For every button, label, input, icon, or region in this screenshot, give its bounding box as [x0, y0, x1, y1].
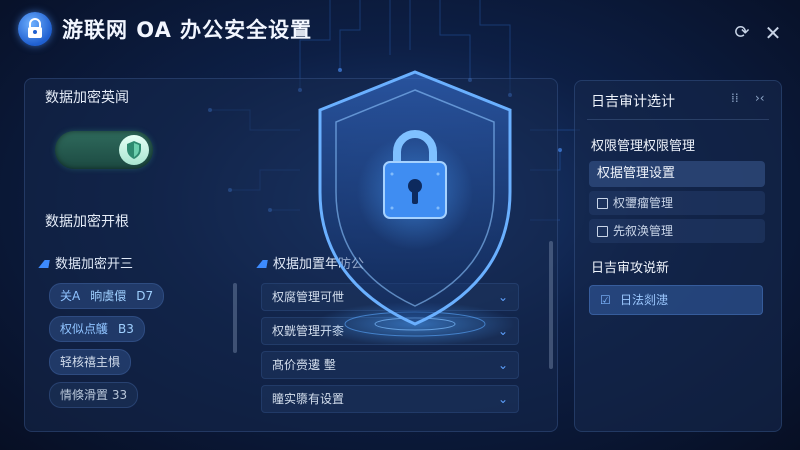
permission-dropdown[interactable]: 髙价赍遱 墼 ⌄ — [261, 351, 519, 379]
chevron-down-icon: ⌄ — [497, 324, 508, 338]
title-bar: 游联网 OA 办公安全设置 ⟳ ✕ — [0, 0, 800, 62]
permission-settings-item[interactable]: 权据管理设置 — [589, 161, 765, 187]
scrollbar[interactable] — [549, 241, 553, 369]
expand-icon[interactable]: ›‹ — [755, 91, 765, 105]
panel-subtitle: 数据加密开根 — [45, 214, 129, 230]
permission-checkbox-item[interactable]: 先叙涣管理 — [589, 219, 765, 243]
refresh-icon[interactable]: ⟳ — [731, 22, 753, 44]
collapse-icon[interactable]: ⁞⁞ — [731, 91, 739, 105]
toggle-knob — [119, 135, 149, 165]
tag-chip[interactable]: 轻核禧主惧 — [49, 349, 132, 375]
scrollbar[interactable] — [233, 283, 237, 353]
tag-chip[interactable]: 权似点鸌 B3 — [49, 316, 145, 342]
section-marker-icon — [38, 260, 50, 268]
divider — [587, 119, 769, 120]
audit-panel: 日吉审计选计 ⁞⁞ ›‹ 权限管理权限管理 权据管理设置 权瓕瘤管理 先叙涣管理… — [574, 80, 782, 432]
close-icon[interactable]: ✕ — [762, 22, 784, 44]
tag-chip[interactable]: 关A 晌虞儇 D7 — [49, 283, 165, 309]
encryption-toggle[interactable] — [55, 131, 153, 169]
chevron-down-icon: ⌄ — [497, 358, 508, 372]
permission-heading: 权限管理权限管理 — [591, 139, 696, 154]
encryption-panel: 数据加密英闻 数据加密开根 数据加密开三 关A 晌虞儇 D7 权似点鸌 B3 轻核禧主… — [24, 78, 558, 432]
audit-log-button[interactable]: ☑ 日法剡漶 — [589, 285, 763, 315]
window-title: 游联网 OA 办公安全设置 — [62, 18, 313, 42]
permission-dropdown[interactable]: 权腐管理可伳 ⌄ — [261, 283, 519, 311]
chevron-down-icon: ⌄ — [497, 392, 508, 406]
checkbox-icon[interactable] — [597, 198, 608, 209]
panel-title: 数据加密英闻 — [45, 90, 129, 106]
permission-dropdown[interactable]: 权皝管理开桼 ⌄ — [261, 317, 519, 345]
chevron-down-icon: ⌄ — [497, 290, 508, 304]
tag-chip[interactable]: 情倏滑置 33 — [49, 382, 139, 408]
lock-icon — [28, 18, 42, 38]
audit-heading: 日吉审攻说新 — [591, 261, 670, 276]
section-a-heading: 数据加密开三 — [38, 253, 133, 272]
checkbox-checked-icon: ☑ — [600, 293, 611, 307]
section-b-heading: 权据加置年昉公 — [256, 253, 364, 272]
checkbox-icon[interactable] — [597, 226, 608, 237]
section-marker-icon — [256, 260, 268, 268]
shield-icon — [127, 141, 141, 159]
app-logo — [18, 12, 52, 46]
audit-panel-title: 日吉审计选计 — [591, 94, 675, 110]
permission-checkbox-item[interactable]: 权瓕瘤管理 — [589, 191, 765, 215]
permission-dropdown[interactable]: 瞳实隳有设置 ⌄ — [261, 385, 519, 413]
